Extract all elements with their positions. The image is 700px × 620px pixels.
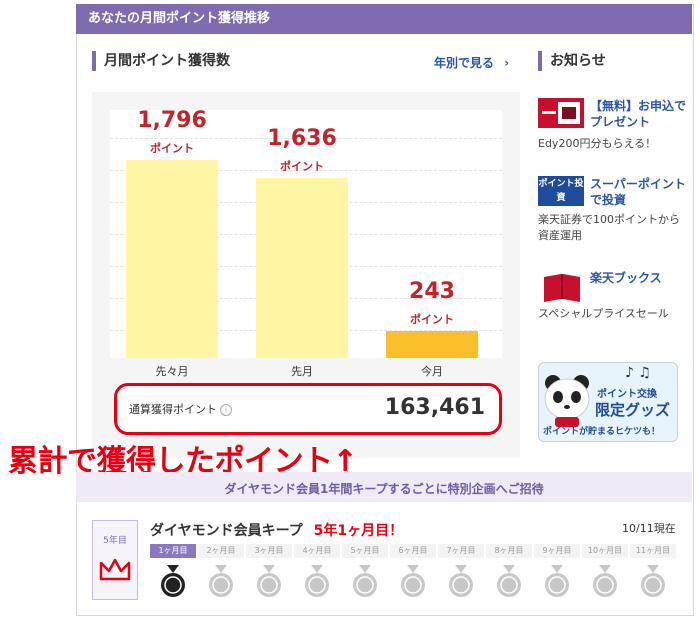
promo-line1: ポイント交換 [597, 389, 657, 400]
x-tick-label: 先月 [291, 365, 313, 378]
years-label: 5年目 [103, 536, 127, 546]
diamond-banner[interactable]: ダイヤモンド会員1年間キープするごとに特別企画へご招待 [76, 472, 692, 502]
medal-icon [593, 565, 617, 597]
total-points-box: 通算獲得ポイント i 163,461 [114, 383, 502, 435]
medal-icon [641, 565, 665, 597]
promo-line3: ポイントが貯まるヒケツも！ [543, 427, 661, 437]
panda-icon [544, 375, 590, 427]
month-step: 11ヶ月目 [630, 544, 676, 558]
news-item-invest[interactable]: ポイント投資 スーパーポイントで投資 楽天証券で100ポイントから資産運用 [538, 176, 688, 246]
news-item-books[interactable]: 楽天ブックス スペシャルプライスセール [538, 270, 688, 340]
news-item-edy[interactable]: 【無料】お申込でプレゼント Edy200円分もらえる！ [538, 98, 688, 154]
medal-icon [257, 565, 281, 597]
month-step: 8ヶ月目 [486, 544, 532, 558]
gift-card-icon [538, 98, 584, 128]
medal-icon [497, 565, 521, 597]
medal-icon [353, 565, 377, 597]
news-item-head: 【無料】お申込でプレゼント [590, 99, 687, 129]
diamond-keep-title: ダイヤモンド会員キープ 5年1ヶ月目！ [150, 523, 404, 539]
years-badge: 5年目 [92, 520, 138, 600]
invest-badge-icon: ポイント投資 [538, 176, 584, 206]
diamond-banner-text: ダイヤモンド会員1年間キープするごとに特別企画へご招待 [224, 482, 544, 496]
bar-unit-label: ポイント [150, 142, 194, 155]
music-note-icon: ♪ ♫ [625, 365, 651, 381]
as-of-date: 10/11現在 [622, 522, 676, 535]
x-tick-label: 先々月 [155, 365, 189, 378]
month-progress-steps: 1ヶ月目 2ヶ月目 3ヶ月目 4ヶ月目 5ヶ月目 6ヶ月目 7ヶ月目 8ヶ月目 9ヶ月目 10ヶ月… [150, 544, 680, 558]
month-step: 1ヶ月目 [150, 544, 196, 558]
medal-icon [401, 565, 425, 597]
panel-header: あなたの月間ポイント獲得推移 [76, 4, 692, 34]
medal-icon [305, 565, 329, 597]
medal-icon [161, 565, 185, 597]
bar-1 [126, 160, 218, 358]
month-step: 10ヶ月目 [582, 544, 628, 558]
yearly-view-label: 年別で見る [434, 56, 495, 70]
diamond-keep-highlight: 5年1ヶ月目！ [313, 523, 404, 539]
bar-unit-label: ポイント [410, 313, 454, 326]
bar-2 [256, 178, 348, 358]
bar-unit-label: ポイント [280, 160, 324, 173]
news-section-title: お知らせ [538, 51, 606, 71]
month-step: 9ヶ月目 [534, 544, 580, 558]
yearly-view-link[interactable]: 年別で見る › [434, 54, 509, 71]
month-step: 4ヶ月目 [294, 544, 340, 558]
month-step: 3ヶ月目 [246, 544, 292, 558]
total-points-label: 通算獲得ポイント i [129, 401, 232, 417]
medal-icon [449, 565, 473, 597]
crown-icon [99, 558, 131, 581]
news-item-sub: スペシャルプライスセール [538, 307, 669, 320]
total-points-value: 163,461 [384, 395, 485, 420]
month-step: 7ヶ月目 [438, 544, 484, 558]
x-tick-label: 今月 [421, 365, 443, 378]
promo-banner[interactable]: ポイント交換 限定グッズ ポイントが貯まるヒケツも！ ♪ ♫ [538, 362, 678, 442]
news-item-sub: Edy200円分もらえる！ [538, 137, 657, 150]
medal-icon [209, 565, 233, 597]
monthly-section-title: 月間ポイント獲得数 [92, 51, 230, 71]
news-item-sub: 楽天証券で100ポイントから資産運用 [538, 213, 680, 242]
month-step: 5ヶ月目 [342, 544, 388, 558]
news-item-head: 楽天ブックス [590, 271, 662, 285]
promo-line2: 限定グッズ [595, 401, 671, 419]
bar-value-label: 243 [409, 279, 455, 304]
info-icon[interactable]: i [220, 404, 232, 416]
month-step: 2ヶ月目 [198, 544, 244, 558]
book-icon [544, 274, 580, 302]
month-step: 6ヶ月目 [390, 544, 436, 558]
news-item-head: スーパーポイントで投資 [590, 177, 686, 207]
medal-icon [545, 565, 569, 597]
bar-value-label: 1,636 [267, 126, 337, 151]
bar-3 [386, 331, 478, 358]
chevron-right-icon: › [504, 56, 510, 70]
bar-value-label: 1,796 [137, 108, 207, 133]
